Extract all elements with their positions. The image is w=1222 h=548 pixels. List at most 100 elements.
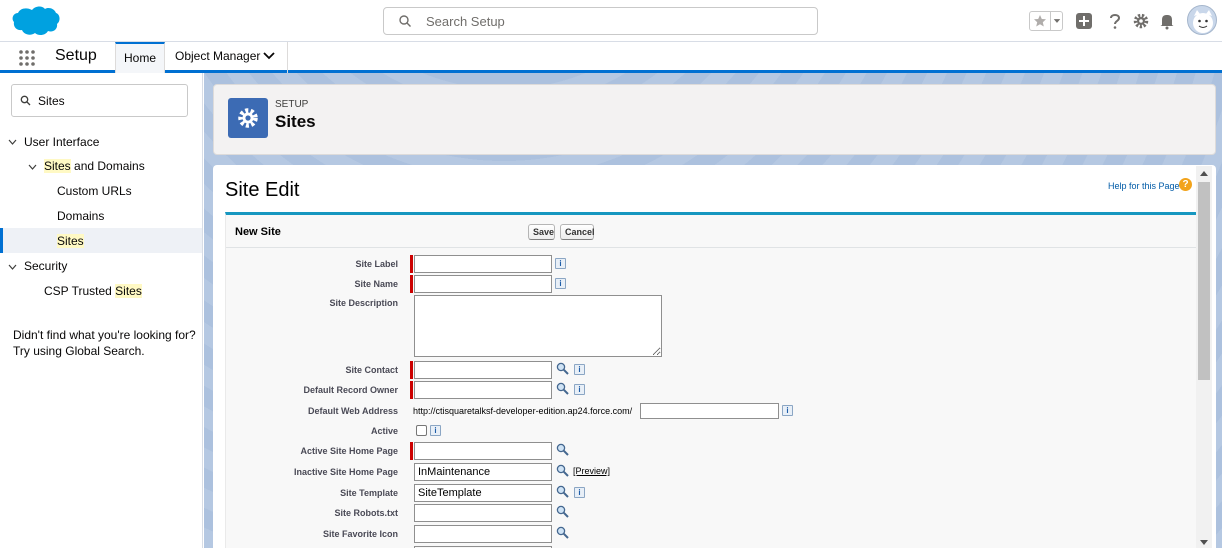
required-indicator	[410, 361, 413, 379]
default-record-owner-label: Default Record Owner	[303, 385, 398, 395]
not-found-hint: Didn't find what you're looking for? Try…	[13, 327, 196, 359]
inactive-home-page-input[interactable]	[414, 463, 552, 481]
cancel-button[interactable]: Cancel	[560, 224, 595, 240]
save-button[interactable]: Save	[528, 224, 555, 240]
tab-home[interactable]: Home	[115, 42, 165, 73]
sidebar-item-sites-and-domains[interactable]: Sites and Domains	[44, 159, 145, 173]
site-contact-label: Site Contact	[345, 365, 398, 375]
site-description-textarea[interactable]	[414, 295, 662, 357]
sidebar-item-custom-urls[interactable]: Custom URLs	[57, 184, 132, 198]
web-address-path-input[interactable]	[640, 403, 779, 419]
favorites-dropdown-icon[interactable]	[1050, 12, 1063, 30]
star-icon	[1034, 15, 1046, 27]
favorite-icon-input[interactable]	[414, 525, 552, 543]
required-indicator	[410, 275, 413, 293]
lookup-icon[interactable]	[556, 443, 569, 456]
chevron-down-icon[interactable]	[8, 264, 17, 270]
global-search-hint[interactable]: Try using Global Search.	[13, 343, 196, 359]
site-template-input[interactable]	[414, 484, 552, 502]
search-icon	[20, 95, 31, 106]
user-avatar[interactable]	[1187, 5, 1217, 35]
lookup-icon[interactable]	[556, 485, 569, 498]
search-icon	[399, 15, 411, 27]
gear-icon[interactable]	[1132, 12, 1150, 30]
app-name: Setup	[55, 47, 97, 64]
inactive-home-page-label: Inactive Site Home Page	[293, 467, 398, 477]
default-web-address-label: Default Web Address	[307, 406, 398, 416]
quick-find-input[interactable]: Sites	[11, 84, 188, 117]
form-title: New Site	[235, 226, 281, 238]
help-link[interactable]: Help for this Page	[1108, 181, 1180, 191]
active-checkbox[interactable]	[416, 425, 427, 436]
help-icon[interactable]: ?	[1179, 178, 1192, 191]
required-indicator	[410, 442, 413, 460]
lookup-icon[interactable]	[556, 505, 569, 518]
search-match-highlight: Sites	[44, 159, 71, 173]
lookup-icon[interactable]	[556, 464, 569, 477]
form-header: New Site Save Cancel	[226, 215, 1196, 248]
notifications-bell-icon[interactable]	[1158, 12, 1176, 30]
global-search[interactable]: Search Setup	[383, 7, 818, 35]
favorite-icon-label: Site Favorite Icon	[322, 529, 398, 539]
setup-sidebar: Sites User Interface Sites and Domains C…	[0, 73, 203, 548]
not-found-line: Didn't find what you're looking for?	[13, 328, 196, 342]
info-icon[interactable]: i	[574, 364, 585, 375]
info-icon[interactable]: i	[782, 405, 793, 416]
breadcrumb[interactable]: SETUP	[275, 99, 308, 110]
gear-icon	[238, 108, 258, 128]
required-indicator	[410, 381, 413, 399]
active-home-page-input[interactable]	[414, 442, 552, 460]
chevron-down-icon[interactable]	[28, 164, 37, 170]
lookup-icon[interactable]	[556, 382, 569, 395]
lookup-icon[interactable]	[556, 526, 569, 539]
app-launcher-icon[interactable]	[18, 49, 36, 67]
default-record-owner-input[interactable]	[414, 381, 552, 399]
avatar-face-icon	[1193, 10, 1213, 33]
chevron-down-icon[interactable]	[8, 139, 17, 145]
lookup-icon[interactable]	[556, 362, 569, 375]
sidebar-item-label: Custom URLs	[57, 184, 132, 198]
info-icon[interactable]: i	[574, 384, 585, 395]
required-indicator	[410, 255, 413, 273]
scrollbar-thumb[interactable]	[1198, 182, 1210, 380]
site-name-label: Site Name	[354, 279, 398, 289]
site-description-label: Site Description	[329, 298, 398, 308]
info-icon[interactable]: i	[430, 425, 441, 436]
scroll-down-arrow-icon[interactable]	[1200, 540, 1208, 545]
chevron-down-icon[interactable]	[263, 52, 275, 60]
setup-gear-badge	[228, 98, 268, 138]
sidebar-item-label: CSP Trusted	[44, 284, 116, 298]
sidebar-item-user-interface[interactable]: User Interface	[24, 135, 99, 149]
global-actions-icon[interactable]	[1075, 12, 1093, 30]
site-contact-input[interactable]	[414, 361, 552, 379]
global-header: Search Setup	[0, 0, 1222, 42]
info-icon[interactable]: i	[555, 278, 566, 289]
help-icon[interactable]	[1106, 12, 1124, 30]
site-label-input[interactable]	[414, 255, 552, 273]
preview-link[interactable]: [Preview]	[573, 466, 610, 476]
sidebar-item-domains[interactable]: Domains	[57, 209, 104, 223]
sidebar-item-label: Domains	[57, 209, 105, 223]
sidebar-item-label: and Domains	[70, 159, 145, 173]
sidebar-item-csp-trusted-sites[interactable]: CSP Trusted Sites	[44, 284, 142, 298]
site-template-label: Site Template	[340, 488, 398, 498]
app-nav-bar: Setup Home Object Manager	[0, 42, 1222, 73]
page-title: Sites	[275, 112, 316, 131]
site-label-label: Site Label	[355, 259, 398, 269]
content-scrollbar[interactable]	[1196, 166, 1212, 548]
sidebar-item-label: User Interface	[24, 135, 100, 149]
scroll-up-arrow-icon[interactable]	[1200, 171, 1208, 176]
info-icon[interactable]: i	[555, 258, 566, 269]
site-name-input[interactable]	[414, 275, 552, 293]
robots-input[interactable]	[414, 504, 552, 522]
web-address-prefix: http://ctisquaretalksf-developer-edition…	[413, 406, 633, 416]
info-icon[interactable]: i	[574, 487, 585, 498]
tab-object-manager[interactable]: Object Manager	[166, 42, 288, 73]
sidebar-item-security[interactable]: Security	[24, 259, 67, 273]
salesforce-logo[interactable]	[12, 5, 60, 38]
sidebar-selected-highlight	[0, 228, 202, 253]
sidebar-item-sites[interactable]: Sites	[57, 234, 84, 248]
search-placeholder: Search Setup	[426, 14, 505, 29]
tab-object-manager-label: Object Manager	[175, 49, 261, 63]
favorites-button[interactable]	[1029, 11, 1063, 31]
